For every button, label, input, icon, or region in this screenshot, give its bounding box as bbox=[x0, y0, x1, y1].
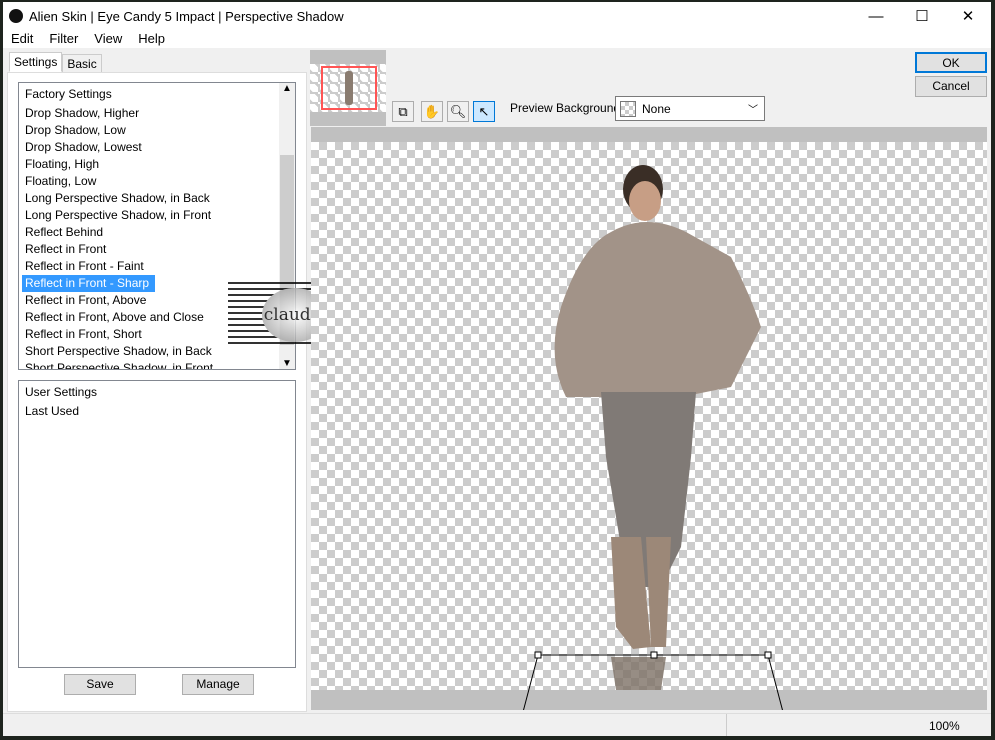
list-item[interactable]: Long Perspective Shadow, in Front bbox=[19, 207, 295, 224]
menu-view[interactable]: View bbox=[86, 30, 130, 48]
scroll-up-icon[interactable]: ▲ bbox=[279, 83, 295, 94]
hand-icon[interactable]: ✋ bbox=[421, 101, 443, 122]
settings-panel: Factory Settings Drop Shadow, Higher Drop… bbox=[7, 72, 307, 712]
zoom-level: 100% bbox=[929, 719, 960, 733]
preview-background-value: None bbox=[642, 101, 671, 116]
manage-button[interactable]: Manage bbox=[182, 674, 254, 695]
navigator-thumbnail[interactable] bbox=[310, 50, 386, 126]
tab-settings[interactable]: Settings bbox=[9, 52, 63, 72]
list-item-selected[interactable]: Reflect in Front - Sharp bbox=[22, 275, 156, 292]
list-item[interactable]: Drop Shadow, Low bbox=[19, 122, 295, 139]
list-item[interactable]: Reflect Behind bbox=[19, 224, 295, 241]
minimize-button[interactable]: — bbox=[853, 2, 899, 30]
status-bar: 100% bbox=[3, 713, 991, 736]
preview-background-label: Preview Background: bbox=[510, 101, 624, 115]
user-settings-list[interactable]: User Settings Last Used bbox=[18, 380, 296, 668]
control-handle bbox=[764, 651, 772, 659]
list-item[interactable]: Floating, High bbox=[19, 156, 295, 173]
menu-edit[interactable]: Edit bbox=[3, 30, 41, 48]
cancel-button[interactable]: Cancel bbox=[915, 76, 987, 97]
list-item[interactable]: Reflect in Front bbox=[19, 241, 295, 258]
ok-button[interactable]: OK bbox=[915, 52, 987, 73]
control-handle bbox=[534, 651, 542, 659]
alien-skin-logo-icon bbox=[9, 9, 23, 23]
pointer-icon[interactable]: ↖ bbox=[473, 101, 495, 122]
preview-toggle-icon[interactable]: ⧉ bbox=[392, 101, 414, 122]
model-figure bbox=[554, 165, 761, 649]
title-bar: Alien Skin | Eye Candy 5 Impact | Perspe… bbox=[3, 2, 991, 30]
list-item[interactable]: Long Perspective Shadow, in Back bbox=[19, 190, 295, 207]
chevron-down-icon: ﹀ bbox=[748, 105, 758, 116]
app-window: Alien Skin | Eye Candy 5 Impact | Perspe… bbox=[3, 2, 991, 736]
preview-background-select[interactable]: None ﹀ bbox=[615, 96, 765, 121]
list-item[interactable]: Floating, Low bbox=[19, 173, 295, 190]
preview-canvas[interactable] bbox=[311, 127, 987, 710]
maximize-button[interactable]: ☐ bbox=[899, 2, 945, 30]
close-button[interactable]: ✕ bbox=[945, 2, 991, 30]
list-item[interactable]: Last Used bbox=[19, 403, 295, 420]
user-settings-header: User Settings bbox=[25, 385, 98, 399]
menu-bar: Edit Filter View Help bbox=[3, 30, 991, 48]
tab-basic[interactable]: Basic bbox=[62, 54, 102, 74]
reflection bbox=[611, 657, 666, 690]
zoom-icon[interactable]: 🔍︎ bbox=[447, 101, 469, 122]
preview-image bbox=[523, 165, 783, 710]
list-item[interactable]: Drop Shadow, Lowest bbox=[19, 139, 295, 156]
list-item[interactable]: Reflect in Front - Faint bbox=[19, 258, 295, 275]
window-title: Alien Skin | Eye Candy 5 Impact | Perspe… bbox=[29, 8, 344, 24]
list-item[interactable]: Short Perspective Shadow, in Front bbox=[19, 360, 295, 369]
control-handle bbox=[650, 651, 658, 659]
menu-help[interactable]: Help bbox=[130, 30, 173, 48]
list-item[interactable]: Drop Shadow, Higher bbox=[19, 105, 295, 122]
factory-settings-header: Factory Settings bbox=[25, 87, 112, 101]
view-frame[interactable] bbox=[321, 66, 377, 110]
save-button[interactable]: Save bbox=[64, 674, 136, 695]
scroll-down-icon[interactable]: ▼ bbox=[279, 358, 295, 369]
menu-filter[interactable]: Filter bbox=[41, 30, 86, 48]
